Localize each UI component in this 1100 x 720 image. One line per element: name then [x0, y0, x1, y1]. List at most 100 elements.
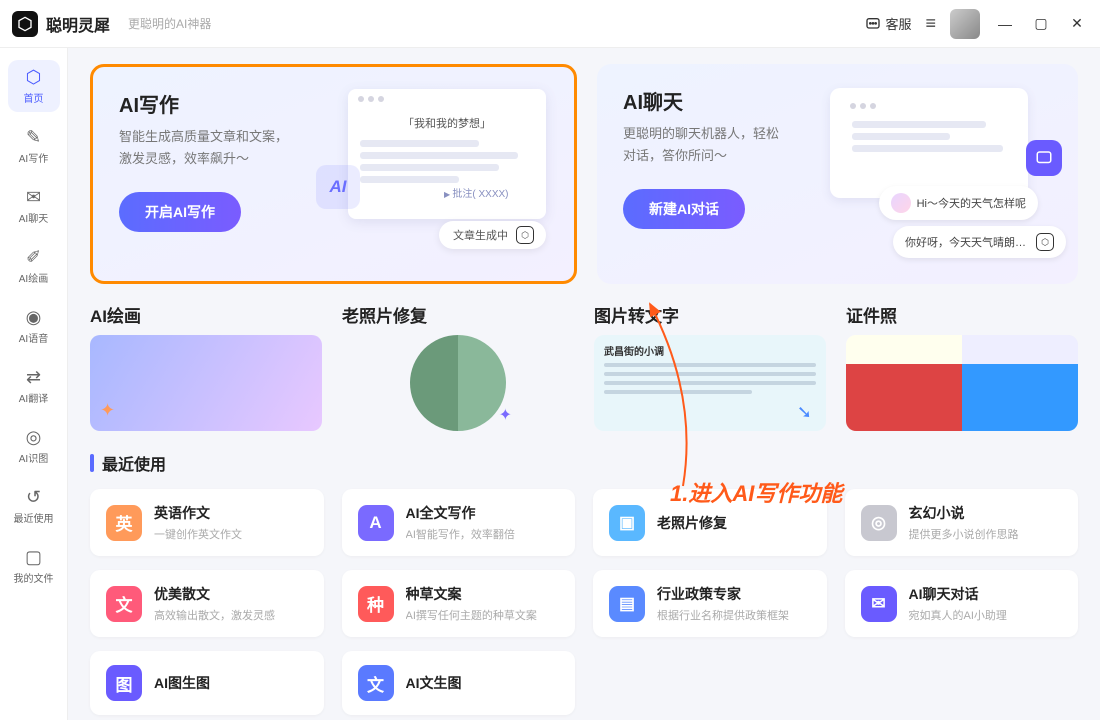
tile-thumb: [90, 335, 322, 431]
card-icon: 图: [106, 665, 142, 701]
minimize-button[interactable]: —: [994, 13, 1016, 35]
sidebar-item-8[interactable]: ▢ 我的文件: [8, 540, 60, 592]
preview-doc-title: 「我和我的梦想」: [348, 109, 546, 135]
close-button[interactable]: ✕: [1066, 13, 1088, 35]
sidebar-item-1[interactable]: ✎ AI写作: [8, 120, 60, 172]
sidebar-icon: ◎: [26, 427, 42, 448]
sidebar-icon: ✐: [26, 247, 41, 268]
start-chat-button[interactable]: 新建AI对话: [623, 189, 745, 229]
hero-card-write[interactable]: AI写作 智能生成高质量文章和文案，激发灵感，效率飙升～ 开启AI写作 「我和我…: [90, 64, 577, 284]
app-mini-icon: ⬡: [516, 226, 534, 244]
preview-status-chip: 文章生成中 ⬡: [439, 221, 546, 249]
sidebar-label: AI聊天: [19, 210, 48, 225]
sidebar-icon: ↺: [26, 487, 41, 508]
recent-card-8[interactable]: 图 AI图生图: [90, 651, 324, 715]
card-subtitle: AI智能写作，效率翻倍: [406, 526, 515, 542]
sidebar-icon: ✉: [26, 187, 41, 208]
sidebar-label: AI翻译: [19, 390, 48, 405]
sidebar-label: AI写作: [19, 150, 48, 165]
card-icon: ▣: [609, 505, 645, 541]
sidebar-icon: ▢: [25, 547, 42, 568]
sidebar-item-6[interactable]: ◎ AI识图: [8, 420, 60, 472]
sidebar-icon: ✎: [26, 127, 41, 148]
card-icon: 文: [358, 665, 394, 701]
card-subtitle: 宛如真人的AI小助理: [909, 607, 1007, 623]
card-title: 英语作文: [154, 503, 242, 523]
card-icon: ◎: [861, 505, 897, 541]
sidebar-label: 最近使用: [14, 510, 54, 525]
card-icon: 英: [106, 505, 142, 541]
card-subtitle: 一键创作英文作文: [154, 526, 242, 542]
tile-id-photo[interactable]: 证件照: [846, 302, 1078, 431]
sidebar-item-5[interactable]: ⇄ AI翻译: [8, 360, 60, 412]
card-title: AI聊天对话: [909, 584, 1007, 604]
tile-thumb: [410, 335, 506, 431]
recent-card-0[interactable]: 英 英语作文 一键创作英文作文: [90, 489, 324, 556]
recent-card-1[interactable]: A AI全文写作 AI智能写作，效率翻倍: [342, 489, 576, 556]
card-title: AI全文写作: [406, 503, 515, 523]
ai-badge: AI: [316, 165, 360, 209]
tile-thumb: [846, 335, 1078, 431]
card-icon: ▤: [609, 586, 645, 622]
chat-bubble-user: Hi～今天的天气怎样呢: [879, 186, 1038, 220]
main-content: AI写作 智能生成高质量文章和文案，激发灵感，效率飙升～ 开启AI写作 「我和我…: [68, 48, 1100, 720]
recent-card-2[interactable]: ▣ 老照片修复: [593, 489, 827, 556]
sidebar-label: 首页: [24, 90, 44, 105]
card-icon: A: [358, 505, 394, 541]
recent-card-9[interactable]: 文 AI文生图: [342, 651, 576, 715]
card-icon: 文: [106, 586, 142, 622]
sidebar-label: AI语音: [19, 330, 48, 345]
start-write-button[interactable]: 开启AI写作: [119, 192, 241, 232]
card-title: 老照片修复: [657, 513, 727, 533]
tile-ocr[interactable]: 图片转文字 武昌街的小调 ➘: [594, 302, 826, 431]
sidebar-item-2[interactable]: ✉ AI聊天: [8, 180, 60, 232]
user-avatar-icon: [891, 193, 911, 213]
recent-card-5[interactable]: 种 种草文案 AI撰写任何主题的种草文案: [342, 570, 576, 637]
sidebar-item-0[interactable]: ⬡ 首页: [8, 60, 60, 112]
sidebar-item-3[interactable]: ✐ AI绘画: [8, 240, 60, 292]
avatar[interactable]: [950, 9, 980, 39]
recent-card-3[interactable]: ◎ 玄幻小说 提供更多小说创作思路: [845, 489, 1079, 556]
arrow-icon: ➘: [797, 402, 812, 423]
tile-photo-restore[interactable]: 老照片修复: [342, 302, 574, 431]
tile-ai-draw[interactable]: AI绘画: [90, 302, 322, 431]
card-title: 行业政策专家: [657, 584, 789, 604]
app-subtitle: 更聪明的AI神器: [128, 15, 211, 32]
preview-annotation: 批注( XXXX): [444, 185, 509, 200]
app-name: 聪明灵犀: [46, 12, 110, 36]
hero-card-chat[interactable]: AI聊天 更聪明的聊天机器人，轻松对话，答你所问～ 新建AI对话: [597, 64, 1078, 284]
card-title: AI图生图: [154, 673, 210, 693]
card-subtitle: AI撰写任何主题的种草文案: [406, 607, 537, 623]
write-preview: 「我和我的梦想」 AI 批注( XXXX) 文章生成中 ⬡: [326, 89, 556, 259]
card-icon: ✉: [861, 586, 897, 622]
feature-tiles-row: AI绘画 老照片修复 图片转文字 武昌街的小调 ➘ 证件照: [90, 302, 1078, 431]
sidebar-icon: ⇄: [26, 367, 41, 388]
sidebar: ⬡ 首页 ✎ AI写作 ✉ AI聊天 ✐ AI绘画 ◉ AI语音 ⇄ AI翻译 ◎ AI识图 ↺ 最近使用 ▢ 我…: [0, 48, 68, 720]
recent-card-6[interactable]: ▤ 行业政策专家 根据行业名称提供政策框架: [593, 570, 827, 637]
sidebar-label: AI识图: [19, 450, 48, 465]
chat-bubble-ai: 你好呀，今天天气晴朗… ⬡: [893, 226, 1066, 258]
menu-button[interactable]: ≡: [925, 13, 936, 34]
card-icon: 种: [358, 586, 394, 622]
card-title: 优美散文: [154, 584, 275, 604]
chat-float-icon: [1026, 140, 1062, 176]
sidebar-label: AI绘画: [19, 270, 48, 285]
maximize-button[interactable]: ▢: [1030, 13, 1052, 35]
recent-card-7[interactable]: ✉ AI聊天对话 宛如真人的AI小助理: [845, 570, 1079, 637]
card-title: 种草文案: [406, 584, 537, 604]
sidebar-label: 我的文件: [14, 570, 54, 585]
tile-thumb: 武昌街的小调 ➘: [594, 335, 826, 431]
support-button[interactable]: 客服: [865, 14, 911, 33]
card-subtitle: 提供更多小说创作思路: [909, 526, 1019, 542]
recent-card-4[interactable]: 文 优美散文 高效输出散文，激发灵感: [90, 570, 324, 637]
sidebar-icon: ◉: [26, 307, 42, 328]
sidebar-item-4[interactable]: ◉ AI语音: [8, 300, 60, 352]
app-mini-icon: ⬡: [1036, 233, 1054, 251]
support-label: 客服: [885, 14, 911, 33]
recent-heading: 最近使用: [90, 451, 1078, 475]
sidebar-item-7[interactable]: ↺ 最近使用: [8, 480, 60, 532]
titlebar: 聪明灵犀 更聪明的AI神器 客服 ≡ — ▢ ✕: [0, 0, 1100, 48]
card-subtitle: 高效输出散文，激发灵感: [154, 607, 275, 623]
card-title: 玄幻小说: [909, 503, 1019, 523]
sidebar-icon: ⬡: [26, 67, 42, 88]
